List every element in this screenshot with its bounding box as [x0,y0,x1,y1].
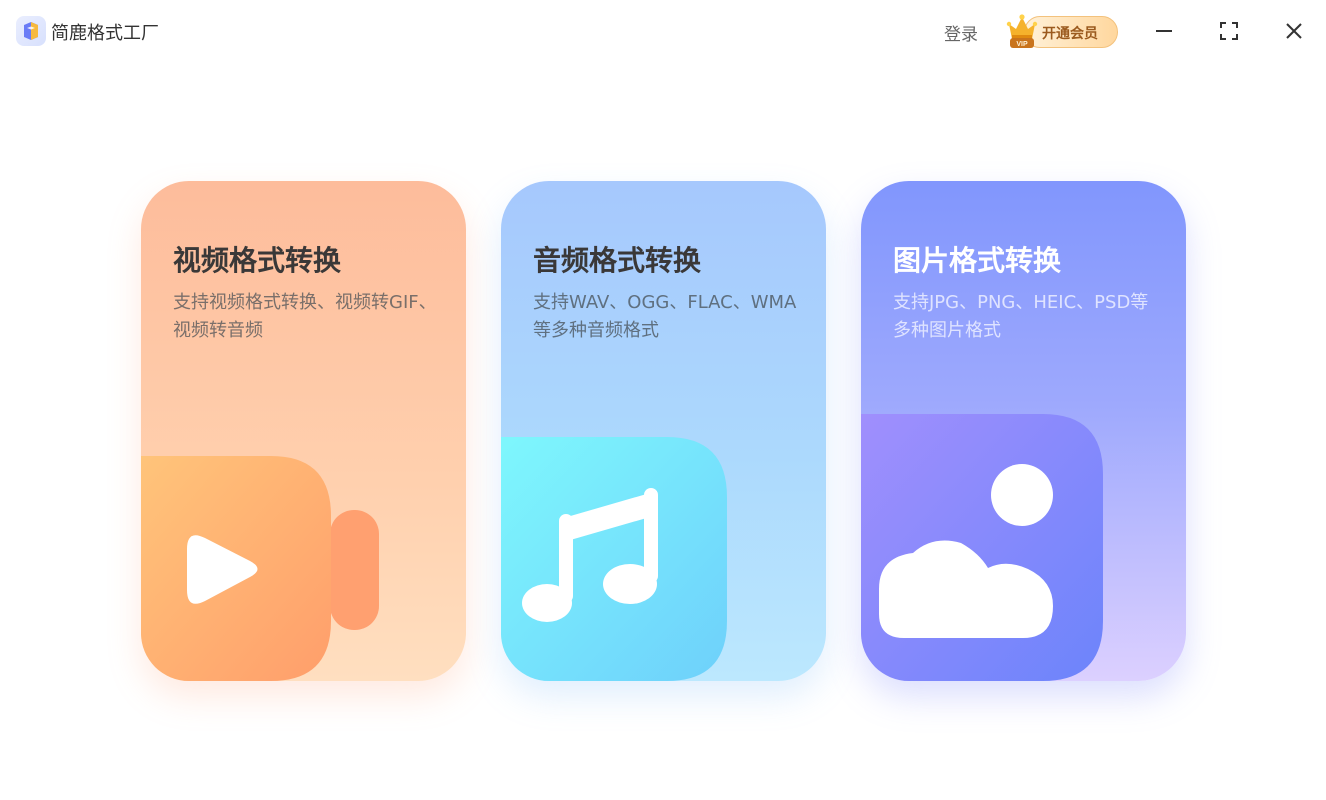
image-convert-card[interactable]: 图片格式转换 支持JPG、PNG、HEIC、PSD等多种图片格式 [861,181,1186,681]
maximize-icon [1220,22,1238,40]
crown-icon: VIP [1006,10,1040,52]
video-convert-card[interactable]: 视频格式转换 支持视频格式转换、视频转GIF、视频转音频 [141,181,466,681]
minimize-button[interactable] [1147,14,1181,48]
card-description: 支持JPG、PNG、HEIC、PSD等多种图片格式 [893,292,1149,341]
vip-label: 开通会员 [1042,26,1098,42]
minimize-icon [1156,30,1172,32]
app-title: 简鹿格式工厂 [51,23,159,44]
vip-upgrade-button[interactable]: VIP 开通会员 [1006,14,1118,49]
card-title: 视频格式转换 [173,244,342,277]
audio-convert-card[interactable]: 音频格式转换 支持WAV、OGG、FLAC、WMA等多种音频格式 [501,181,826,681]
vip-badge-text: VIP [1016,41,1028,48]
close-icon [1286,23,1302,39]
card-title: 音频格式转换 [533,244,702,277]
title-bar: 简鹿格式工厂 登录 VIP 开通会员 [0,0,1326,62]
card-description: 支持视频格式转换、视频转GIF、视频转音频 [173,292,437,341]
close-button[interactable] [1277,14,1311,48]
card-description: 支持WAV、OGG、FLAC、WMA等多种音频格式 [533,292,797,341]
maximize-button[interactable] [1212,14,1246,48]
app-logo-icon [16,16,46,46]
login-button[interactable]: 登录 [944,20,978,45]
card-title: 图片格式转换 [893,244,1062,277]
